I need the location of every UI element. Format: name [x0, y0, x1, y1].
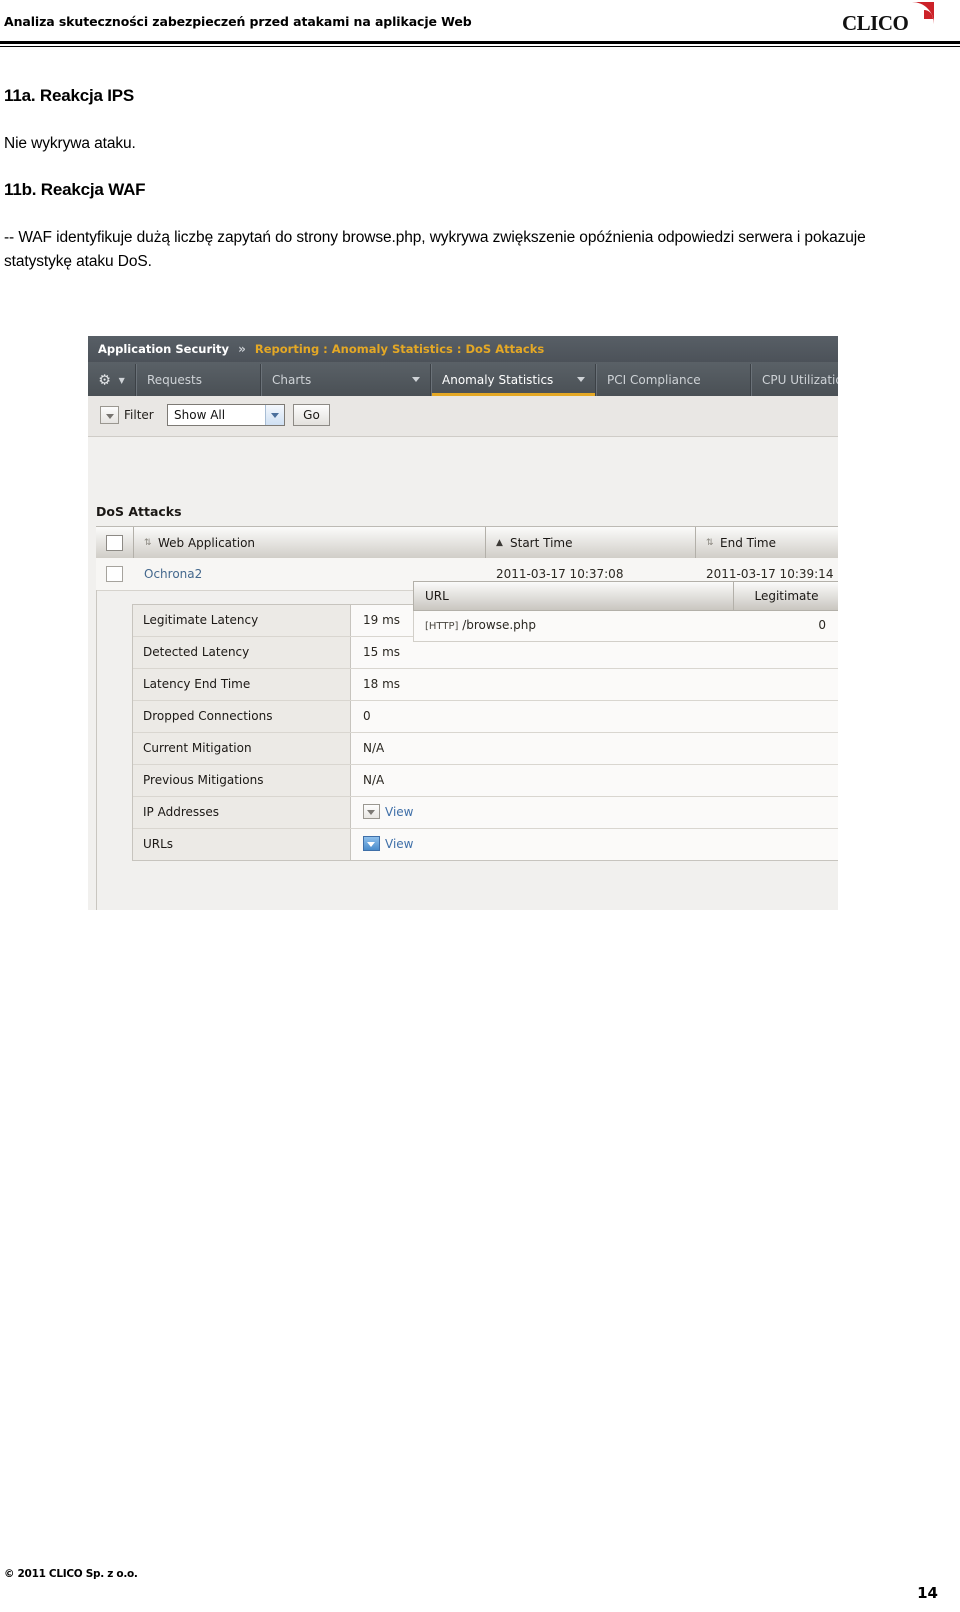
detail-key: Legitimate Latency	[133, 605, 351, 636]
detail-left-rail	[96, 590, 97, 910]
detail-key: IP Addresses	[133, 797, 351, 828]
breadcrumb-root[interactable]: Application Security	[98, 342, 229, 356]
tab-anomaly-statistics-label: Anomaly Statistics	[442, 373, 554, 387]
tab-cpu-utilization-label: CPU Utilization	[762, 373, 838, 387]
column-header-web-application-label: Web Application	[158, 536, 256, 550]
breadcrumb: Application Security » Reporting : Anoma…	[88, 336, 838, 362]
sort-ascending-icon: ▲	[496, 538, 503, 548]
detail-value: 15 ms	[363, 645, 401, 659]
filter-bar: Filter Show All Go	[88, 396, 838, 437]
document-header-title: Analiza skuteczności zabezpieczeń przed …	[4, 14, 472, 29]
detail-value: N/A	[363, 773, 385, 787]
logo-wordmark: CLICO	[842, 11, 909, 35]
embedded-application-screenshot: Application Security » Reporting : Anoma…	[88, 336, 838, 910]
detail-row-latency-end-time: Latency End Time 18 ms	[133, 669, 838, 701]
gear-icon: ⚙	[98, 372, 111, 389]
detail-row-previous-mitigations: Previous Mitigations N/A	[133, 765, 838, 797]
url-column-header[interactable]: URL	[414, 582, 734, 610]
tab-requests[interactable]: Requests	[136, 364, 261, 396]
section-paragraph-11b: -- WAF identyfikuje dużą liczbę zapytań …	[4, 229, 866, 271]
tab-requests-label: Requests	[147, 373, 202, 387]
table-header-row: ⇅ Web Application ▲ Start Time ⇅ End Time	[96, 526, 838, 560]
expand-ip-addresses-button[interactable]	[363, 804, 380, 819]
detail-key: Current Mitigation	[133, 733, 351, 764]
url-protocol-label: [HTTP]	[425, 621, 459, 632]
filter-label: Filter	[124, 408, 154, 422]
chevron-down-icon: ▼	[118, 375, 125, 385]
select-all-checkbox[interactable]	[106, 535, 123, 551]
page-number: 14	[917, 1584, 938, 1602]
detail-key: Latency End Time	[133, 669, 351, 700]
detail-key: URLs	[133, 829, 351, 860]
section-heading-11b: 11b. Reakcja WAF	[4, 180, 146, 200]
detail-value: 19 ms	[363, 613, 401, 627]
filter-toggle-button[interactable]	[100, 406, 119, 424]
column-header-start-time-label: Start Time	[510, 536, 573, 550]
detail-value: N/A	[363, 741, 385, 755]
tab-cpu-utilization[interactable]: CPU Utilization	[751, 364, 838, 396]
column-header-end-time-label: End Time	[720, 536, 776, 550]
detail-value-urls: View	[351, 829, 413, 860]
view-ip-addresses-link[interactable]: View	[385, 805, 413, 819]
tab-charts-label: Charts	[272, 373, 312, 387]
filter-select[interactable]: Show All	[167, 404, 285, 426]
tab-anomaly-statistics[interactable]: Anomaly Statistics	[431, 364, 596, 396]
document-body: 11a. Reakcja IPS Nie wykrywa ataku. 11b.…	[4, 86, 904, 304]
tab-bar: ⚙ ▼ Requests Charts Anomaly Statistics P…	[88, 362, 838, 396]
clico-logo: CLICO	[842, 2, 934, 38]
section-heading-11a: 11a. Reakcja IPS	[4, 86, 135, 105]
breadcrumb-separator-icon: »	[238, 342, 246, 356]
row-select-cell	[96, 558, 134, 590]
url-table-header-row: URL Legitimate	[413, 581, 838, 611]
filter-go-button[interactable]: Go	[293, 404, 330, 426]
detail-row-urls: URLs View	[133, 829, 838, 860]
footer-copyright: © 2011 CLICO Sp. z o.o.	[4, 1568, 138, 1580]
expand-urls-button[interactable]	[363, 836, 380, 851]
view-urls-link[interactable]: View	[385, 837, 413, 851]
filter-select-value: Show All	[174, 408, 226, 422]
tab-pci-compliance[interactable]: PCI Compliance	[596, 364, 751, 396]
detail-value: 0	[363, 709, 371, 723]
legitimate-count-cell: 0	[818, 618, 826, 632]
detail-row-current-mitigation: Current Mitigation N/A	[133, 733, 838, 765]
detail-key: Dropped Connections	[133, 701, 351, 732]
sort-both-icon: ⇅	[144, 538, 152, 548]
chevron-down-icon	[367, 810, 375, 815]
chevron-down-icon	[577, 377, 585, 382]
column-header-web-application[interactable]: ⇅ Web Application	[134, 527, 486, 559]
tab-pci-compliance-label: PCI Compliance	[607, 373, 701, 387]
clico-logo-mark-icon	[912, 2, 934, 29]
page-header: Analiza skuteczności zabezpieczeń przed …	[0, 0, 960, 47]
detail-value: 18 ms	[363, 677, 401, 691]
chevron-down-icon	[367, 842, 375, 847]
tab-charts[interactable]: Charts	[261, 364, 431, 396]
detail-key: Previous Mitigations	[133, 765, 351, 796]
sort-both-icon: ⇅	[706, 538, 714, 548]
header-rule-thin	[0, 46, 960, 47]
dos-attacks-title: DoS Attacks	[96, 504, 182, 519]
column-header-end-time[interactable]: ⇅ End Time	[696, 527, 838, 559]
chevron-down-icon	[412, 377, 420, 382]
detail-row-dropped-connections: Dropped Connections 0	[133, 701, 838, 733]
tab-settings-gear[interactable]: ⚙ ▼	[88, 364, 136, 396]
dos-attack-detail-panel: Legitimate Latency 19 ms Detected Latenc…	[132, 604, 838, 861]
section-paragraph-11a: Nie wykrywa ataku.	[4, 135, 136, 152]
chevron-down-icon	[271, 413, 279, 418]
detail-key: Detected Latency	[133, 637, 351, 668]
detail-row-ip-addresses: IP Addresses View	[133, 797, 838, 829]
chevron-down-icon	[106, 414, 114, 419]
header-rule	[0, 41, 960, 44]
column-header-start-time[interactable]: ▲ Start Time	[486, 527, 696, 559]
url-sub-table: URL Legitimate [HTTP] /browse.php 0	[413, 581, 838, 642]
url-cell: [HTTP] /browse.php	[414, 611, 734, 640]
select-dropdown-arrow[interactable]	[265, 405, 284, 425]
url-table-row: [HTTP] /browse.php 0	[413, 611, 838, 642]
select-all-header-cell	[96, 527, 134, 559]
legitimate-column-header[interactable]: Legitimate	[734, 582, 838, 610]
detail-value-ip-addresses: View	[351, 797, 413, 828]
breadcrumb-path: Reporting : Anomaly Statistics : DoS Att…	[254, 342, 545, 356]
url-path-label: /browse.php	[458, 618, 536, 632]
row-checkbox[interactable]	[106, 566, 123, 582]
